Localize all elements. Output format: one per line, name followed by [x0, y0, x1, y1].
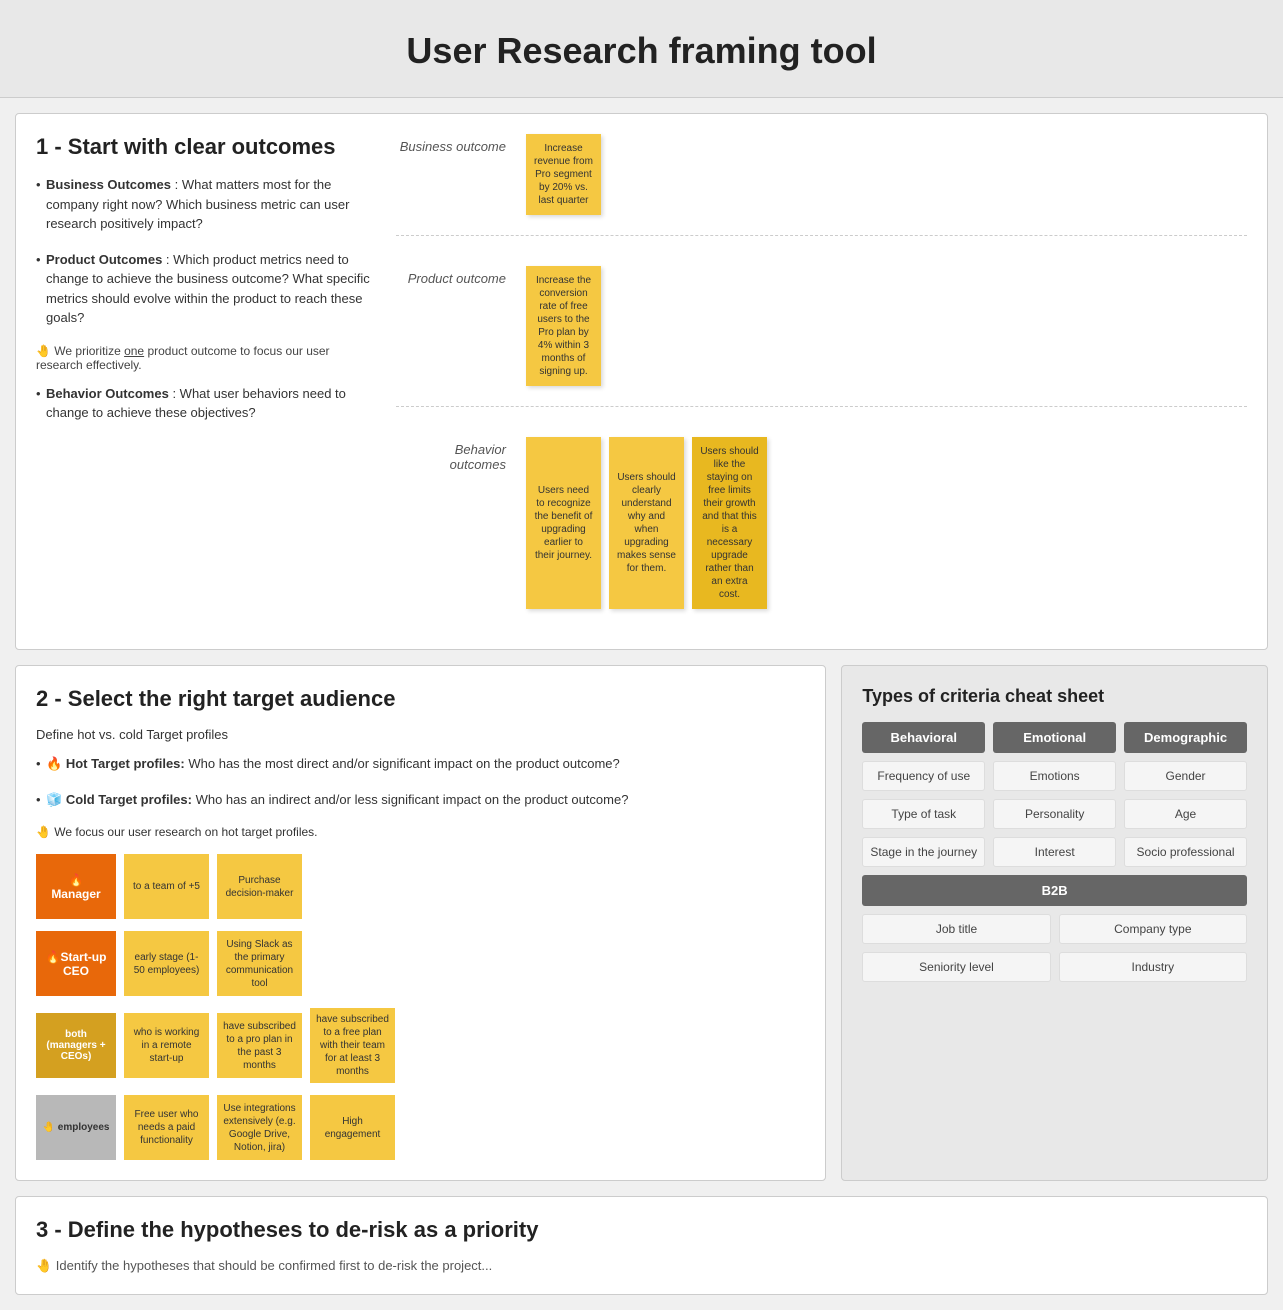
bullet-product-label: Product Outcomes [46, 252, 162, 267]
outcome-row-product: Product outcome Increase the conversion … [396, 266, 1247, 407]
criteria-row-3: Stage in the journey Interest Socio prof… [862, 837, 1247, 867]
section1-note: 🤚 We prioritize one product outcome to f… [36, 344, 376, 372]
cold-emoji: 🧊 [46, 792, 66, 807]
profile-main-both: both (managers + CEOs) [36, 1013, 116, 1078]
criteria-header-demographic: Demographic [1124, 722, 1247, 753]
b2b-header: B2B [862, 875, 1247, 906]
sticky-notes-product: Increase the conversion rate of free use… [526, 266, 601, 386]
profile-rows: 🔥Manager to a team of +5 Purchase decisi… [36, 854, 805, 1160]
profile-row-employees: 🤚 employees Free user who needs a paid f… [36, 1095, 805, 1160]
sticky-business-1: Increase revenue from Pro segment by 20%… [526, 134, 601, 215]
b2b-cell-jobtitle: Job title [862, 914, 1050, 944]
bullet-cold: 🧊 Cold Target profiles: Who has an indir… [36, 790, 805, 810]
section3-title: 3 - Define the hypotheses to de-risk as … [36, 1217, 1247, 1243]
section2-bullet-list: 🔥 Hot Target profiles: Who has the most … [36, 754, 805, 809]
b2b-cell-companytype: Company type [1059, 914, 1247, 944]
section2-subtitle: Define hot vs. cold Target profiles [36, 727, 805, 742]
profile-card-manager-2: Purchase decision-maker [217, 854, 302, 919]
b2b-cell-seniority: Seniority level [862, 952, 1050, 982]
profile-card-both-1: who is working in a remote start-up [124, 1013, 209, 1078]
b2b-cell-industry: Industry [1059, 952, 1247, 982]
criteria-cell-socio: Socio professional [1124, 837, 1247, 867]
section1-bullet-list: Business Outcomes : What matters most fo… [36, 175, 376, 423]
outcome-row-behavior: Behavior outcomes Users need to recogniz… [396, 437, 1247, 629]
section2-card: 2 - Select the right target audience Def… [15, 665, 826, 1181]
criteria-row-1: Frequency of use Emotions Gender [862, 761, 1247, 791]
criteria-cell-task: Type of task [862, 799, 985, 829]
criteria-cell-interest: Interest [993, 837, 1116, 867]
page-title: User Research framing tool [0, 30, 1283, 72]
profile-main-ceo: 🔥Start-up CEO [36, 931, 116, 996]
note-prefix: 🤚 We prioritize [36, 344, 124, 358]
note-underline: one [124, 344, 144, 358]
profile-card-emp-3: High engagement [310, 1095, 395, 1160]
sticky-behavior-3: Users should like the staying on free li… [692, 437, 767, 609]
sticky-product-1: Increase the conversion rate of free use… [526, 266, 601, 386]
criteria-header-behavioral: Behavioral [862, 722, 985, 753]
profile-card-ceo-1: early stage (1-50 employees) [124, 931, 209, 996]
criteria-cell-age: Age [1124, 799, 1247, 829]
outcome-row-business: Business outcome Increase revenue from P… [396, 134, 1247, 236]
profile-card-both-3: have subscribed to a free plan with thei… [310, 1008, 395, 1083]
hot-label: Hot Target profiles: [66, 756, 185, 771]
cold-label: Cold Target profiles: [66, 792, 192, 807]
section1-content: 1 - Start with clear outcomes Business O… [36, 134, 1247, 629]
sticky-behavior-2: Users should clearly understand why and … [609, 437, 684, 609]
profile-card-manager-1: to a team of +5 [124, 854, 209, 919]
section1-title: 1 - Start with clear outcomes [36, 134, 376, 160]
criteria-cell-personality: Personality [993, 799, 1116, 829]
criteria-header-emotional: Emotional [993, 722, 1116, 753]
hot-text: Who has the most direct and/or significa… [188, 756, 619, 771]
bullet-business: Business Outcomes : What matters most fo… [36, 175, 376, 234]
section1-right: Business outcome Increase revenue from P… [396, 134, 1247, 629]
cold-text: Who has an indirect and/or less signific… [196, 792, 629, 807]
criteria-cell-emotions: Emotions [993, 761, 1116, 791]
bullet-business-label: Business Outcomes [46, 177, 171, 192]
criteria-row-2: Type of task Personality Age [862, 799, 1247, 829]
profile-card-emp-1: Free user who needs a paid functionality [124, 1095, 209, 1160]
profile-row-manager: 🔥Manager to a team of +5 Purchase decisi… [36, 854, 805, 919]
bullet-product: Product Outcomes : Which product metrics… [36, 250, 376, 328]
main-content: 1 - Start with clear outcomes Business O… [0, 98, 1283, 1310]
page-header: User Research framing tool [0, 0, 1283, 98]
cheatsheet-title: Types of criteria cheat sheet [862, 686, 1247, 707]
bullet-hot: 🔥 Hot Target profiles: Who has the most … [36, 754, 805, 774]
profile-row-both: both (managers + CEOs) who is working in… [36, 1008, 805, 1083]
bullet-behavior: Behavior Outcomes : What user behaviors … [36, 384, 376, 423]
sticky-behavior-1: Users need to recognize the benefit of u… [526, 437, 601, 609]
bullet-behavior-label: Behavior Outcomes [46, 386, 169, 401]
profile-main-manager: 🔥Manager [36, 854, 116, 919]
profile-main-employees: 🤚 employees [36, 1095, 116, 1160]
criteria-cell-stage: Stage in the journey [862, 837, 985, 867]
profile-card-emp-2: Use integrations extensively (e.g. Googl… [217, 1095, 302, 1160]
section2-note: 🤚 We focus our user research on hot targ… [36, 825, 805, 839]
criteria-cell-gender: Gender [1124, 761, 1247, 791]
sticky-notes-business: Increase revenue from Pro segment by 20%… [526, 134, 601, 215]
outcome-label-business: Business outcome [396, 134, 506, 154]
profile-row-ceo: 🔥Start-up CEO early stage (1-50 employee… [36, 931, 805, 996]
section3-card: 3 - Define the hypotheses to de-risk as … [15, 1196, 1268, 1295]
outcome-label-behavior: Behavior outcomes [396, 437, 506, 472]
b2b-rows: Job title Company type Seniority level I… [862, 914, 1247, 982]
section3-content: 🤚 Identify the hypotheses that should be… [36, 1258, 1247, 1274]
cheatsheet-panel: Types of criteria cheat sheet Behavioral… [841, 665, 1268, 1181]
profile-card-ceo-2: Using Slack as the primary communication… [217, 931, 302, 996]
profile-card-both-2: have subscribed to a pro plan in the pas… [217, 1013, 302, 1078]
sticky-notes-behavior: Users need to recognize the benefit of u… [526, 437, 767, 609]
section1-card: 1 - Start with clear outcomes Business O… [15, 113, 1268, 650]
hot-emoji: 🔥 [46, 756, 66, 771]
outcome-label-product: Product outcome [396, 266, 506, 286]
section2-wrapper: 2 - Select the right target audience Def… [15, 665, 1268, 1181]
criteria-header-row: Behavioral Emotional Demographic [862, 722, 1247, 753]
section1-left: 1 - Start with clear outcomes Business O… [36, 134, 376, 629]
section2-title: 2 - Select the right target audience [36, 686, 805, 712]
criteria-cell-freq: Frequency of use [862, 761, 985, 791]
